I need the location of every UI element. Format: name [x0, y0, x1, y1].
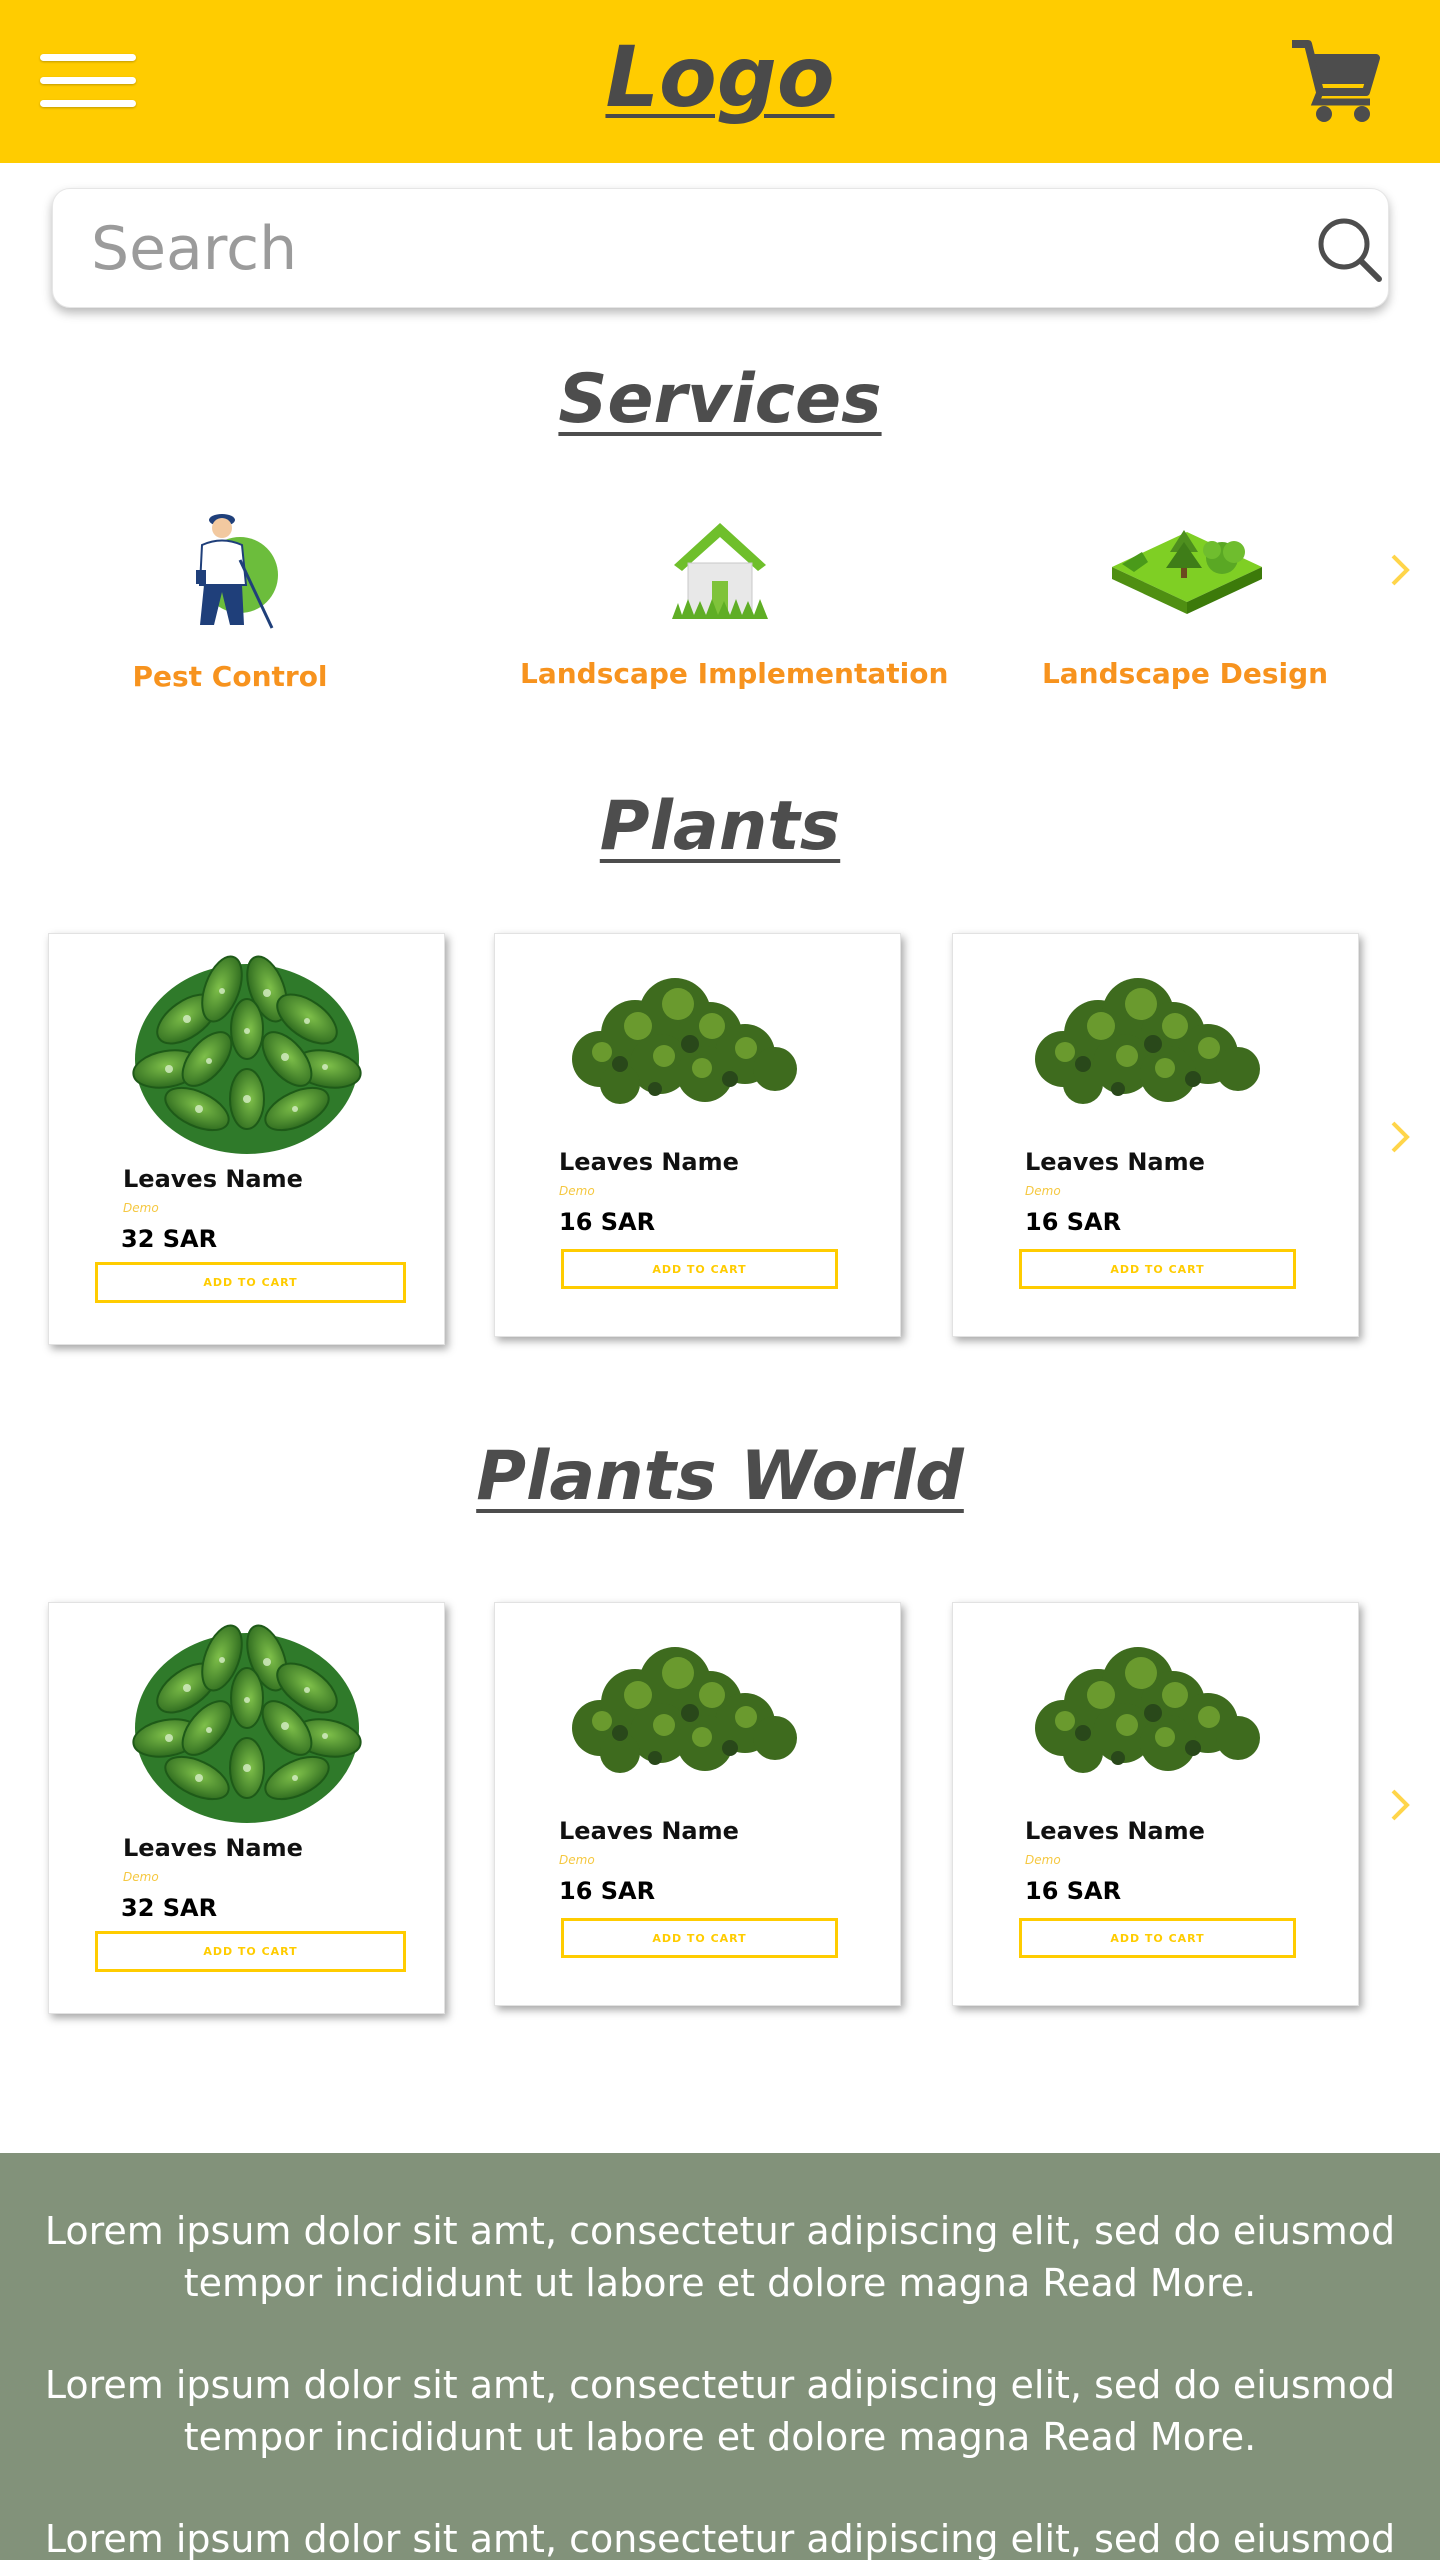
add-to-cart-button[interactable]: ADD TO CART: [1019, 1249, 1296, 1289]
chevron-right-icon[interactable]: [1385, 1117, 1415, 1157]
product-tag: Demo: [1025, 1853, 1061, 1867]
product-tag: Demo: [123, 1201, 159, 1215]
footer-paragraph: Lorem ipsum dolor sit amt, consectetur a…: [44, 2363, 1396, 2459]
product-name: Leaves Name: [123, 1165, 303, 1193]
product-tag: Demo: [559, 1184, 595, 1198]
product-tag: Demo: [1025, 1184, 1061, 1198]
product-card[interactable]: Leaves Name Demo 16 SAR ADD TO CART: [952, 933, 1359, 1337]
plants-world-title: Plants World: [476, 1437, 964, 1516]
service-label: Pest Control: [132, 660, 328, 693]
add-to-cart-button[interactable]: ADD TO CART: [561, 1918, 838, 1958]
service-label: Landscape Design: [1041, 657, 1329, 690]
product-tag: Demo: [559, 1853, 595, 1867]
footer-paragraph: Lorem ipsum dolor sit amt, consectetur a…: [44, 2517, 1396, 2560]
service-pest-control[interactable]: Pest Control: [110, 500, 350, 710]
product-tag: Demo: [123, 1870, 159, 1884]
add-to-cart-button[interactable]: ADD TO CART: [1019, 1918, 1296, 1958]
product-card[interactable]: Leaves Name Demo 16 SAR ADD TO CART: [494, 1602, 901, 2006]
service-landscape-design[interactable]: Landscape Design: [1020, 500, 1350, 710]
product-name: Leaves Name: [123, 1834, 303, 1862]
search-icon[interactable]: [1315, 215, 1385, 285]
pest-control-worker-icon: [196, 514, 278, 629]
product-price: 16 SAR: [559, 1208, 656, 1236]
add-to-cart-button[interactable]: ADD TO CART: [561, 1249, 838, 1289]
service-label: Landscape Implementation: [520, 657, 949, 690]
house-on-grass-icon: [672, 523, 768, 619]
product-price: 16 SAR: [1025, 1208, 1122, 1236]
plant-image: [129, 950, 365, 1155]
service-landscape-implementation[interactable]: Landscape Implementation: [520, 500, 949, 710]
garden-trees-icon: [1112, 530, 1262, 614]
plants-title: Plants: [599, 787, 841, 866]
product-card[interactable]: Leaves Name Demo 16 SAR ADD TO CART: [494, 933, 901, 1337]
product-price: 16 SAR: [559, 1877, 656, 1905]
shopping-cart-icon[interactable]: [1290, 36, 1380, 126]
services-title: Services: [558, 360, 882, 439]
add-to-cart-button[interactable]: ADD TO CART: [95, 1931, 406, 1972]
plant-image: [1035, 978, 1260, 1104]
product-name: Leaves Name: [1025, 1817, 1205, 1845]
product-card[interactable]: Leaves Name Demo 16 SAR ADD TO CART: [952, 1602, 1359, 2006]
product-name: Leaves Name: [1025, 1148, 1205, 1176]
product-name: Leaves Name: [559, 1148, 739, 1176]
footer: Lorem ipsum dolor sit amt, consectetur a…: [0, 2153, 1440, 2560]
product-price: 16 SAR: [1025, 1877, 1122, 1905]
plant-image: [572, 1647, 797, 1773]
plant-image: [572, 978, 797, 1104]
product-price: 32 SAR: [121, 1894, 218, 1922]
plant-image: [129, 1619, 365, 1824]
product-card[interactable]: Leaves Name Demo 32 SAR ADD TO CART: [48, 1602, 445, 2014]
add-to-cart-button[interactable]: ADD TO CART: [95, 1262, 406, 1303]
app-header: Logo: [0, 0, 1440, 163]
plant-image: [1035, 1647, 1260, 1773]
chevron-right-icon[interactable]: [1385, 1785, 1415, 1825]
product-card[interactable]: Leaves Name Demo 32 SAR ADD TO CART: [48, 933, 445, 1345]
footer-paragraph: Lorem ipsum dolor sit amt, consectetur a…: [44, 2209, 1396, 2305]
product-name: Leaves Name: [559, 1817, 739, 1845]
logo[interactable]: Logo: [0, 22, 1440, 132]
search-bar: [52, 188, 1389, 308]
search-input[interactable]: [91, 207, 1221, 291]
chevron-right-icon[interactable]: [1385, 550, 1415, 590]
product-price: 32 SAR: [121, 1225, 218, 1253]
